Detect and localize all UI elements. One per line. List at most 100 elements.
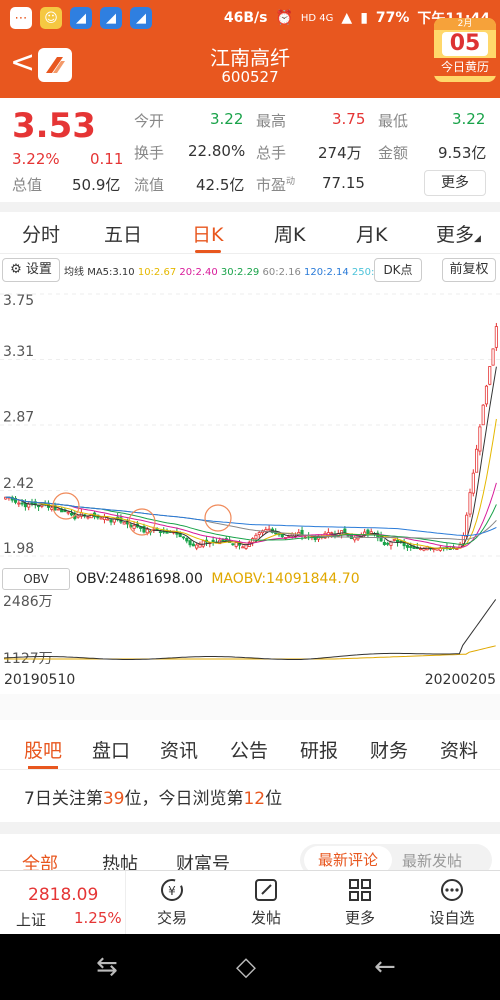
ma-value-6: 250:2.24 xyxy=(351,267,374,278)
app-icon: ◢ xyxy=(100,7,122,29)
chat-icon: ☺ xyxy=(40,7,62,29)
candle-body xyxy=(181,536,186,539)
candle-body xyxy=(491,348,495,366)
candle-body xyxy=(432,548,436,550)
section-tabs: 股吧 盘口 资讯 公告 研报 财务 资料 xyxy=(0,728,500,770)
ma-value-0: MA5:3.10 xyxy=(87,267,135,278)
candle-body xyxy=(405,545,409,548)
low-value: 3.22 xyxy=(452,110,486,128)
y-tick-label: 2.87 xyxy=(3,409,34,425)
low-label: 最低 xyxy=(378,112,409,130)
indicator-select-button[interactable]: OBV xyxy=(2,568,70,590)
turnover-value: 22.80% xyxy=(188,142,246,160)
feed-tabs: 全部 热帖 财富号 最新评论 最新发帖 xyxy=(0,840,500,876)
app-icon: ◢ xyxy=(130,7,152,29)
more-quote-button[interactable]: 更多 xyxy=(424,170,486,196)
battery-level: 77% xyxy=(375,10,410,26)
ma-value-3: 30:2.29 xyxy=(217,267,260,278)
candle-body xyxy=(392,539,396,541)
candle-body xyxy=(27,503,31,508)
more-dots-icon xyxy=(441,879,463,901)
dropdown-icon: ◢ xyxy=(474,234,481,244)
period-tabs: 分时 五日 日K 周K 月K 更多◢ xyxy=(0,212,500,254)
candle-body xyxy=(86,516,90,519)
candle-body xyxy=(188,540,192,546)
dk-button[interactable]: DK点 xyxy=(374,258,422,282)
ma-value-2: 20:2.40 xyxy=(176,267,218,278)
candle-body xyxy=(23,503,27,508)
nav-post[interactable]: 发帖 xyxy=(226,877,306,928)
candle-body xyxy=(267,528,271,531)
mcap-value: 50.9亿 xyxy=(72,176,121,194)
tab-news[interactable]: 资讯 xyxy=(160,736,198,763)
tab-more[interactable]: 更多◢ xyxy=(436,220,481,247)
open-label: 今开 xyxy=(134,112,165,130)
index-name: 上证 xyxy=(16,911,47,929)
svg-text:¥: ¥ xyxy=(168,884,176,898)
tab-research[interactable]: 研报 xyxy=(300,736,338,763)
y-tick-label: 1.98 xyxy=(3,541,34,557)
signal-icon: ▲ xyxy=(341,10,353,26)
ma-line xyxy=(5,366,497,550)
kline-chart[interactable]: 3.75 3.31 2.87 2.42 1.98 xyxy=(0,284,500,566)
adjust-button[interactable]: 前复权 xyxy=(442,258,496,282)
candle-body xyxy=(185,537,189,542)
ma-value-5: 120:2.14 xyxy=(300,267,349,278)
candle-body xyxy=(195,544,199,549)
header: < 江南高纤 600527 xyxy=(0,36,500,98)
settings-button[interactable]: ⚙ 设置 xyxy=(2,258,60,282)
amount-label: 金额 xyxy=(378,144,409,162)
tab-intraday[interactable]: 分时 xyxy=(22,220,60,247)
tab-weekly-k[interactable]: 周K xyxy=(274,220,305,247)
alarm-icon: ⏰ xyxy=(275,10,293,26)
almanac-widget[interactable]: 2月 05 今日黄历 xyxy=(434,18,496,82)
message-icon: ⋯ xyxy=(10,7,32,29)
change-pct: 3.22% xyxy=(12,150,60,168)
index-value: 2818.09 xyxy=(28,885,99,905)
ma-value-4: 60:2.16 xyxy=(259,267,301,278)
candle-body xyxy=(313,537,317,540)
candle-body xyxy=(363,531,367,535)
pe-value: 77.15 xyxy=(322,174,365,192)
status-bar: ⋯ ☺ ◢ ◢ ◢ 46B/s ⏰ HD 4G ▲ ▮ 77% 下午11:44 xyxy=(0,0,500,36)
tab-forum[interactable]: 股吧 xyxy=(24,736,62,763)
index-widget[interactable]: 2818.09 上证 1.25% xyxy=(0,871,126,935)
tab-financials[interactable]: 财务 xyxy=(370,736,408,763)
nav-add-watchlist[interactable]: 设自选 xyxy=(412,877,492,928)
bottom-bar: 2818.09 上证 1.25% ¥ 交易 发帖 更多 设自选 xyxy=(0,870,500,935)
change-value: 0.11 xyxy=(90,150,124,168)
nav-trade[interactable]: ¥ 交易 xyxy=(132,877,212,928)
gear-icon: ⚙ xyxy=(10,262,22,277)
tab-daily-k[interactable]: 日K xyxy=(192,220,223,247)
ma-line xyxy=(5,418,497,549)
obv-chart[interactable]: 2486万 1127万 xyxy=(0,592,500,667)
system-nav-bar: ⇆ ◇ ← xyxy=(0,934,500,1000)
amount-value: 9.53亿 xyxy=(438,144,487,162)
candle-body xyxy=(191,543,195,547)
candle-body xyxy=(178,533,182,538)
tab-monthly-k[interactable]: 月K xyxy=(356,220,387,247)
high-value: 3.75 xyxy=(332,110,366,128)
tab-five-day[interactable]: 五日 xyxy=(104,220,142,247)
active-tab-indicator xyxy=(195,250,221,253)
candle-body xyxy=(254,534,258,540)
candle-body xyxy=(484,385,489,405)
tab-announcements[interactable]: 公告 xyxy=(230,736,268,763)
candle-body xyxy=(56,508,60,511)
obv-y-top: 2486万 xyxy=(3,594,53,610)
candle-body xyxy=(109,519,113,523)
sort-latest-post[interactable]: 最新发帖 xyxy=(402,850,462,871)
obv-svg: 2486万1127万 xyxy=(3,594,497,667)
candle-body xyxy=(132,525,136,529)
recent-apps-icon[interactable]: ⇆ xyxy=(96,952,118,982)
candle-body xyxy=(76,515,80,518)
float-label: 流值 xyxy=(134,176,165,194)
back-icon[interactable]: ← xyxy=(374,952,396,982)
tab-profile[interactable]: 资料 xyxy=(440,736,478,763)
open-value: 3.22 xyxy=(210,110,244,128)
date-axis: 20190510 20200205 xyxy=(0,670,500,692)
nav-more[interactable]: 更多 xyxy=(320,877,400,928)
network-type: HD 4G xyxy=(300,12,334,24)
home-icon[interactable]: ◇ xyxy=(236,952,256,982)
tab-orderbook[interactable]: 盘口 xyxy=(92,736,130,763)
